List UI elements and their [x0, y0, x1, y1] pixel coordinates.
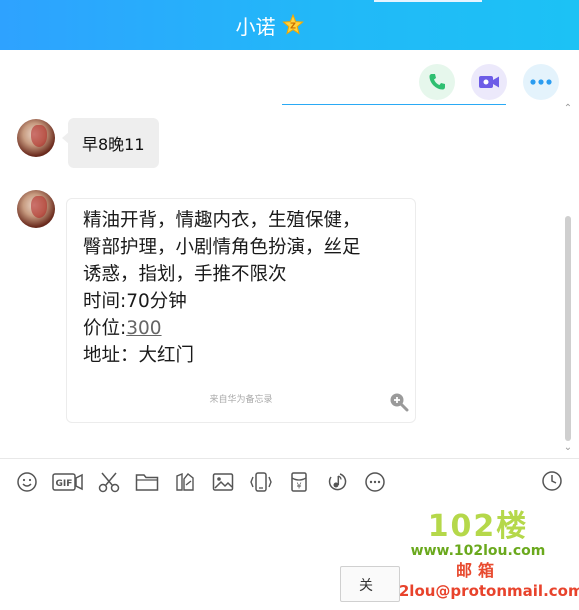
address-line: 地址：大红门: [83, 345, 195, 366]
watermark-site: www.102lou.com: [410, 543, 546, 559]
title-wrap: 小诺 Z: [236, 11, 304, 40]
close-button-label: 关: [359, 578, 373, 594]
price-link[interactable]: 300: [126, 318, 161, 339]
actions-divider: [282, 104, 506, 105]
chat-actions: [419, 64, 559, 100]
input-toolbar: GIF ¥: [0, 458, 579, 504]
note-line: 臀部护理，小剧情角色扮演，丝足: [83, 237, 361, 258]
message-list[interactable]: 早8晚11 精油开背，情趣内衣，生殖保健， 臀部护理，小剧情角色扮演，丝足 诱惑…: [0, 108, 565, 453]
doodle-icon[interactable]: [172, 469, 198, 495]
screenshot-scissors-icon[interactable]: [96, 469, 122, 495]
contact-avatar[interactable]: [17, 119, 55, 157]
shake-icon[interactable]: [248, 469, 274, 495]
gif-icon[interactable]: GIF: [52, 469, 84, 495]
message-bubble[interactable]: 早8晚11: [62, 118, 159, 168]
scroll-down-icon[interactable]: ⌄: [563, 443, 573, 453]
close-button[interactable]: 关: [340, 566, 400, 602]
svg-text:¥: ¥: [296, 481, 301, 490]
video-call-button[interactable]: [471, 64, 507, 100]
window-title: 小诺: [235, 14, 276, 39]
title-bar: 小诺 Z: [0, 0, 579, 50]
voice-call-button[interactable]: [419, 64, 455, 100]
more-options-button[interactable]: [523, 64, 559, 100]
note-card-message[interactable]: 精油开背，情趣内衣，生殖保健， 臀部护理，小剧情角色扮演，丝足 诱惑，指划，手推…: [66, 198, 416, 423]
gif-label: GIF: [56, 479, 73, 489]
video-call-icon: [479, 76, 499, 88]
watermark-email: 102lou@protonmail.com: [378, 582, 579, 600]
vip-star-icon[interactable]: Z: [281, 13, 304, 36]
note-line: 精油开背，情趣内衣，生殖保健，: [83, 210, 361, 231]
contact-avatar[interactable]: [17, 190, 55, 228]
price-line: 价位:300: [83, 315, 399, 342]
note-line: 时间:70分钟: [83, 291, 187, 312]
zoom-in-icon[interactable]: [389, 392, 409, 416]
watermark-mailbox-label: 邮箱: [455, 561, 500, 580]
more-icon: [530, 79, 552, 85]
scroll-up-icon[interactable]: ⌃: [563, 104, 573, 114]
title-bar-edge: [374, 0, 482, 2]
note-line: 诱惑，指划，手推不限次: [83, 264, 287, 285]
emoji-icon[interactable]: [14, 469, 40, 495]
folder-icon[interactable]: [134, 469, 160, 495]
phone-icon: [429, 74, 445, 90]
svg-text:Z: Z: [290, 22, 296, 31]
message-text: 早8晚11: [82, 135, 145, 154]
music-icon[interactable]: [324, 469, 350, 495]
price-label: 价位:: [83, 318, 127, 339]
note-source: 来自华为备忘录: [209, 395, 273, 405]
image-icon[interactable]: [210, 469, 236, 495]
more-tools-icon[interactable]: [362, 469, 388, 495]
red-packet-icon[interactable]: ¥: [286, 469, 312, 495]
history-clock-icon[interactable]: [539, 468, 565, 494]
message-scrollbar[interactable]: ⌃ ⌄: [563, 104, 573, 453]
watermark-brand: 102楼: [427, 509, 529, 544]
watermark: 102楼 www.102lou.com 邮箱 102lou@protonmail…: [378, 509, 579, 601]
scroll-thumb[interactable]: [565, 216, 571, 441]
